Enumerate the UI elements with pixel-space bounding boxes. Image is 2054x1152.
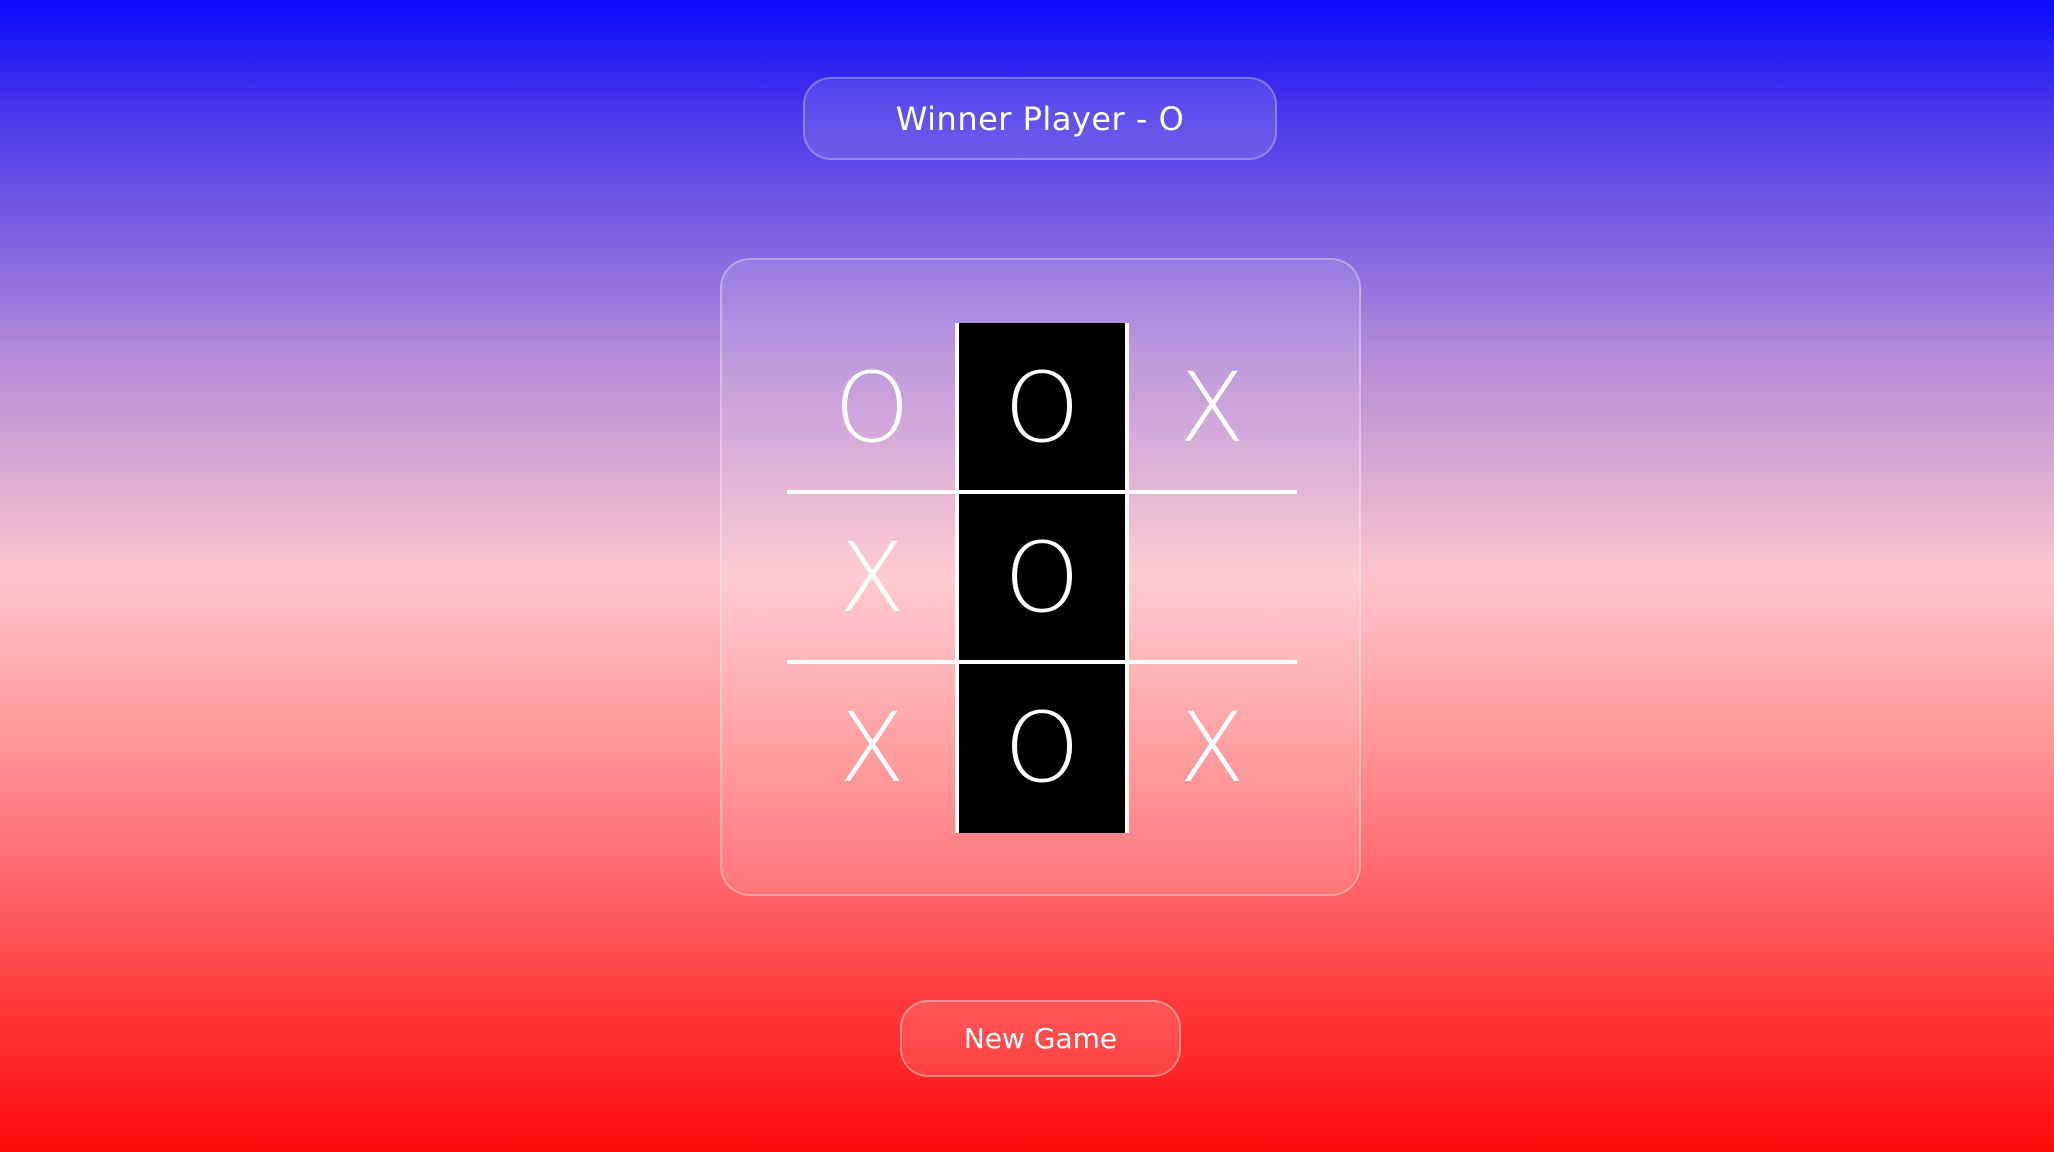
- winner-status-text: Winner Player - O: [895, 99, 1185, 138]
- grid-line-vertical: [955, 323, 959, 833]
- board-cell[interactable]: X: [1127, 323, 1297, 493]
- board-cell[interactable]: O: [787, 323, 957, 493]
- board-cell[interactable]: O: [957, 493, 1127, 663]
- new-game-button[interactable]: New Game: [900, 1000, 1181, 1077]
- grid-line-vertical: [1125, 323, 1129, 833]
- board-cell[interactable]: X: [787, 663, 957, 833]
- board-cell[interactable]: X: [787, 493, 957, 663]
- board-cell[interactable]: O: [957, 323, 1127, 493]
- grid-line-horizontal: [787, 490, 1297, 494]
- game-board: O O X X O X O X: [787, 323, 1297, 833]
- grid-line-horizontal: [787, 660, 1297, 664]
- new-game-label: New Game: [963, 1022, 1118, 1055]
- winner-status-display: Winner Player - O: [803, 77, 1277, 160]
- board-cell[interactable]: [1127, 493, 1297, 663]
- board-cell[interactable]: O: [957, 663, 1127, 833]
- board-cell[interactable]: X: [1127, 663, 1297, 833]
- game-board-card: O O X X O X O X: [720, 258, 1361, 896]
